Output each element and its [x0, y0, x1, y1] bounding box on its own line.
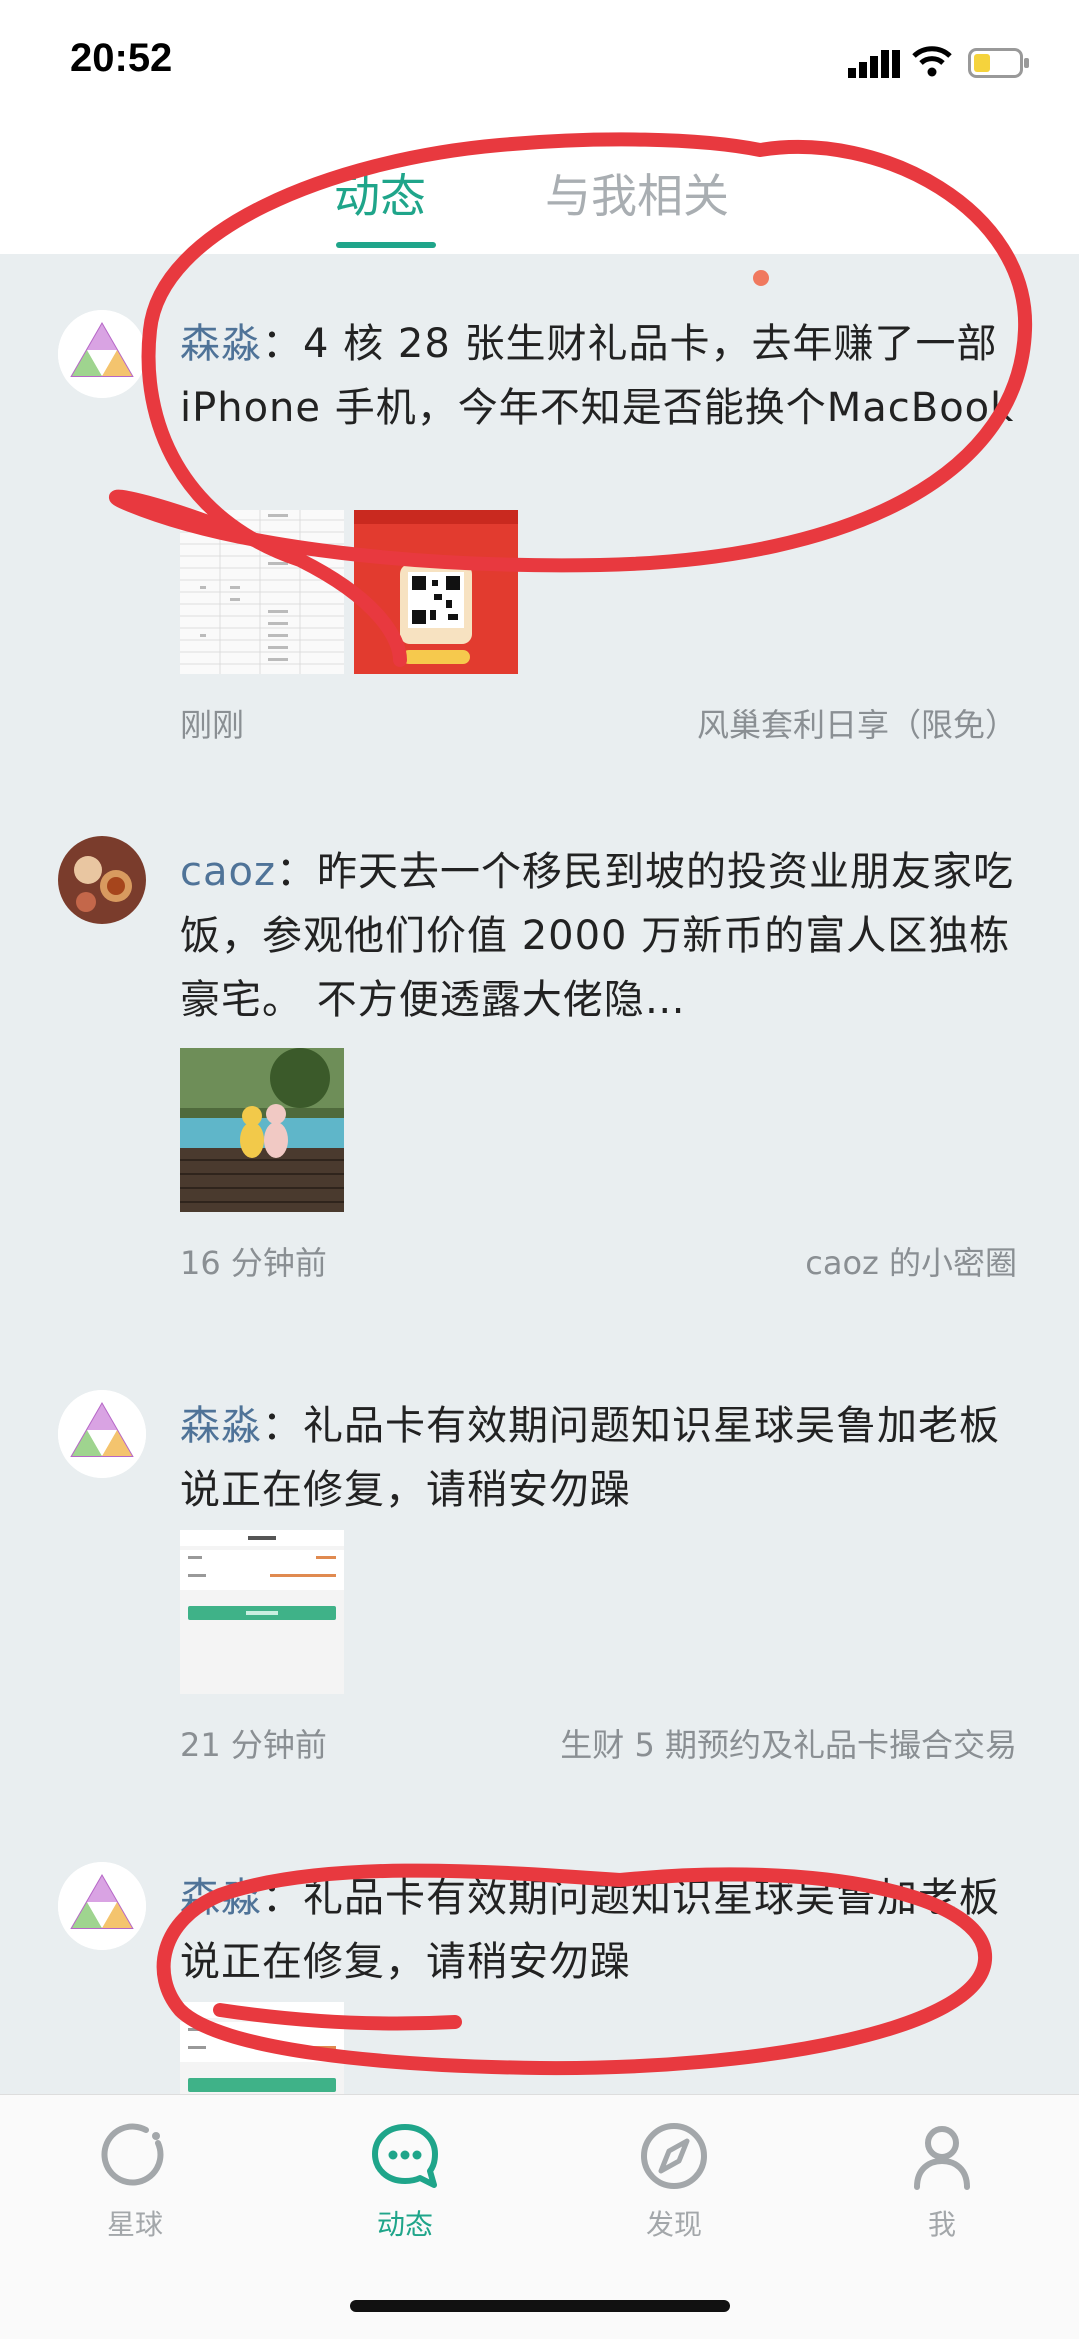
status-time: 20:52 [70, 36, 173, 80]
feed-tab-bar: 动态 与我相关 [0, 120, 1079, 286]
post-content[interactable]: 森淼：礼品卡有效期问题知识星球吴鲁加老板说正在修复，请稍安勿躁 [180, 1866, 1020, 1994]
post-image-screenshot[interactable] [180, 2002, 344, 2094]
status-bar: 20:52 [0, 0, 1079, 120]
wifi-icon [912, 46, 952, 77]
person-icon [914, 2126, 970, 2190]
sierpinski-avatar-icon [58, 310, 146, 398]
post-author[interactable]: 森淼 [180, 1403, 262, 1449]
avatar[interactable] [58, 310, 146, 398]
post-group-name[interactable]: 风巢套利日享（限免） [697, 700, 1017, 746]
avatar[interactable] [58, 836, 146, 924]
nav-discover-label: 发现 [645, 2208, 702, 2241]
post-image-screenshot[interactable] [180, 1530, 344, 1694]
nav-feed-label: 动态 [376, 2208, 433, 2241]
post-content[interactable]: 森淼：礼品卡有效期问题知识星球吴鲁加老板说正在修复，请稍安勿躁 [180, 1394, 1020, 1522]
sierpinski-avatar-icon [58, 1390, 146, 1478]
chat-bubble-icon [372, 2124, 438, 2188]
avatar[interactable] [58, 1862, 146, 1950]
post-author[interactable]: 森淼 [180, 1875, 262, 1921]
avatar[interactable] [58, 1390, 146, 1478]
post-author[interactable]: 森淼 [180, 321, 262, 367]
nav-me[interactable]: 我 [862, 2119, 1022, 2243]
cellular-signal-icon [848, 50, 900, 78]
battery-icon [968, 48, 1029, 78]
post-image-photo[interactable] [180, 1048, 344, 1212]
post-time: 16 分钟前 [180, 1244, 327, 1282]
tab-feed[interactable]: 动态 [334, 160, 426, 226]
sierpinski-avatar-icon [58, 1862, 146, 1950]
post-author[interactable]: caoz [180, 849, 276, 895]
giftcard-qr-thumbnail [354, 510, 518, 674]
post-group-name[interactable]: 生财 5 期预约及礼品卡撮合交易 [560, 1720, 1017, 1766]
post-content[interactable]: 森淼：4 核 28 张生财礼品卡，去年赚了一部 iPhone 手机，今年不知是否… [180, 312, 1020, 440]
spreadsheet-thumbnail [180, 510, 344, 674]
post-image-giftcard[interactable] [354, 510, 518, 674]
app-screenshot-thumbnail [180, 2002, 344, 2094]
post-group-name[interactable]: caoz 的小密圈 [805, 1238, 1017, 1284]
nav-planet-label: 星球 [106, 2208, 163, 2241]
active-tab-indicator [336, 242, 436, 248]
home-indicator[interactable] [350, 2300, 730, 2312]
post-time: 刚刚 [180, 706, 245, 744]
planet-icon [101, 2123, 164, 2186]
nav-me-label: 我 [927, 2208, 956, 2241]
post-image-spreadsheet[interactable] [180, 510, 344, 674]
nav-feed[interactable]: 动态 [325, 2119, 485, 2243]
post-text: ：昨天去一个移民到坡的投资业朋友家吃饭，参观他们价值 2000 万新币的富人区独… [180, 849, 1014, 1023]
post-text: ：礼品卡有效期问题知识星球吴鲁加老板说正在修复，请稍安勿躁 [180, 1875, 1000, 1985]
tea-avatar-icon [58, 836, 146, 924]
post-content[interactable]: caoz：昨天去一个移民到坡的投资业朋友家吃饭，参观他们价值 2000 万新币的… [180, 840, 1020, 1032]
tab-related-to-me[interactable]: 与我相关 [545, 160, 729, 226]
post-text: ：4 核 28 张生财礼品卡，去年赚了一部 iPhone 手机，今年不知是否能换… [180, 321, 1015, 431]
app-screenshot-thumbnail [180, 1530, 344, 1694]
post-text: ：礼品卡有效期问题知识星球吴鲁加老板说正在修复，请稍安勿躁 [180, 1403, 1000, 1513]
pool-photo-thumbnail [180, 1048, 344, 1212]
nav-planet[interactable]: 星球 [55, 2119, 215, 2243]
post-time: 21 分钟前 [180, 1726, 327, 1764]
nav-discover[interactable]: 发现 [594, 2119, 754, 2243]
compass-icon [641, 2123, 707, 2189]
feed-list[interactable]: 森淼：4 核 28 张生财礼品卡，去年赚了一部 iPhone 手机，今年不知是否… [0, 254, 1079, 2094]
